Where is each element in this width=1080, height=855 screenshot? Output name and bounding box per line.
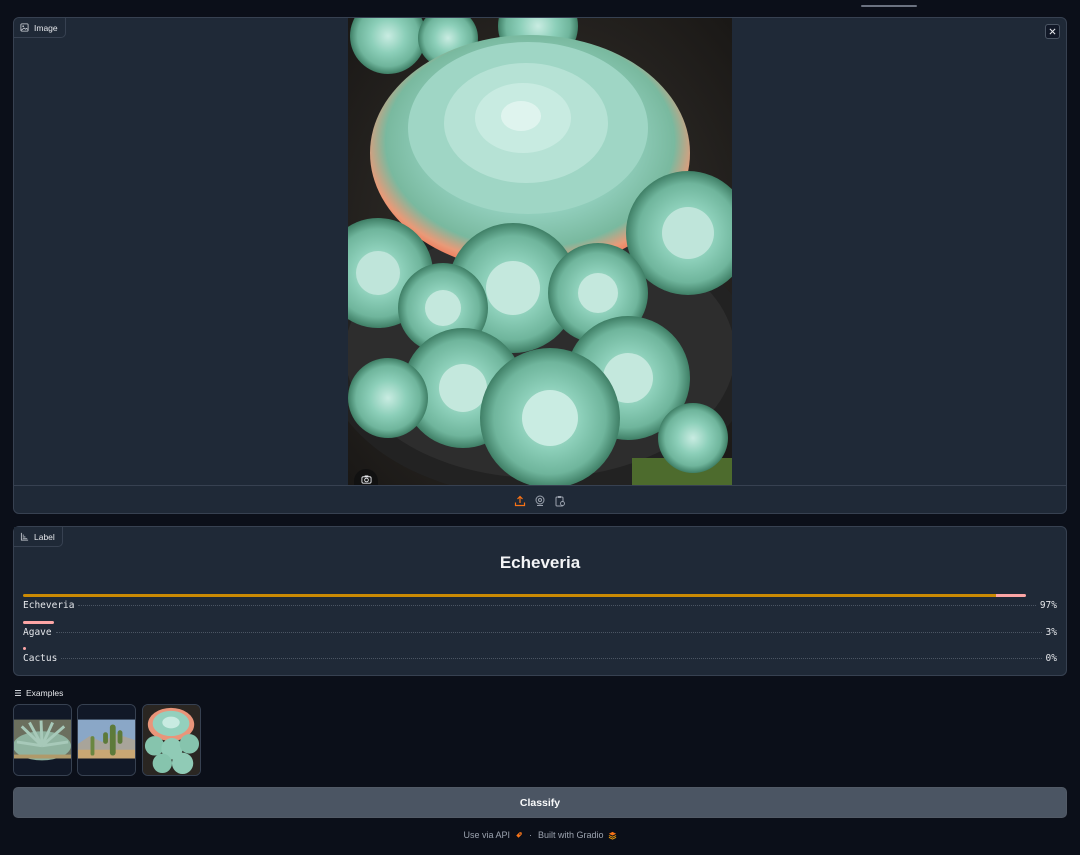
webcam-source-button[interactable] [534,494,547,507]
example-cactus[interactable] [77,704,136,776]
confidence-bar-track [23,647,1057,650]
loading-indicator [861,5,917,7]
confidence-row[interactable]: Echeveria 97% [23,594,1057,616]
confidence-bar-track [23,621,1057,624]
echeveria-thumbnail [143,705,200,775]
clipboard-icon [555,495,565,506]
label-panel-label: Label [34,531,55,542]
confidence-bar-track [23,594,1057,597]
upload-icon [514,495,526,506]
confidence-row[interactable]: Agave 3% [23,621,1057,643]
confidence-percent: 3% [1045,627,1057,638]
confidence-row[interactable]: Cactus 0% [23,647,1057,669]
gradio-logo-icon [608,831,616,840]
image-icon [20,23,29,32]
examples-label: Examples [26,688,64,698]
image-panel-tag: Image [14,18,66,38]
use-via-api-text: Use via API [463,830,510,840]
webcam-icon [535,495,545,506]
image-source-toolbar [14,485,1066,513]
examples-header: Examples [14,688,63,698]
image-panel-label: Image [34,22,58,33]
list-icon [15,690,21,696]
rocket-icon [515,831,522,838]
agave-thumbnail [14,705,71,775]
built-with-gradio-link[interactable]: Built with Gradio [538,830,617,840]
cactus-thumbnail [78,705,135,775]
camera-icon [360,474,372,484]
predicted-label: Echeveria [499,553,581,572]
label-chart-icon [20,532,29,541]
confidence-bar [23,647,26,650]
example-echeveria[interactable] [142,704,201,776]
use-via-api-link[interactable]: Use via API [463,830,523,840]
classify-button[interactable]: Classify [13,787,1067,818]
label-panel-tag: Label [14,527,63,547]
confidence-label: Cactus [23,653,58,664]
upload-source-button[interactable] [514,494,527,507]
clipboard-source-button[interactable] [554,494,567,507]
uploaded-succulent-photo [348,18,732,485]
confidence-bar [23,594,1026,597]
close-icon [1049,28,1056,35]
confidence-bar [23,621,55,624]
built-with-gradio-text: Built with Gradio [538,830,604,840]
confidence-percent: 0% [1045,653,1057,664]
example-agave[interactable] [13,704,72,776]
label-output-panel: Label Echeveria Echeveria 97% Agave 3% C… [13,526,1067,676]
confidence-label: Echeveria [23,600,75,611]
footer: Use via API · Built with Gradio [0,830,1080,840]
clear-image-button[interactable] [1045,24,1060,39]
confidence-label: Agave [23,627,52,638]
confidence-percent: 97% [1039,600,1057,611]
image-input-panel: Image [13,17,1067,514]
footer-separator: · [529,830,532,840]
